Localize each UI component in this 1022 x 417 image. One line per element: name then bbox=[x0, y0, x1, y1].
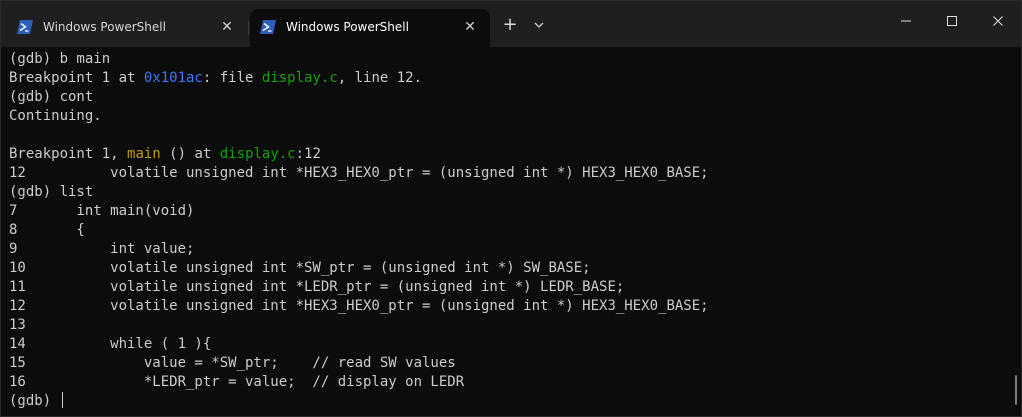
gdb-prompt: (gdb) bbox=[9, 393, 60, 409]
terminal-line: (gdb) b main bbox=[9, 51, 111, 67]
terminal-output[interactable]: (gdb) b main Breakpoint 1 at 0x101ac: fi… bbox=[1, 47, 1021, 416]
terminal-line: 11 volatile unsigned int *LEDR_ptr = (un… bbox=[9, 279, 625, 295]
line-text: , line 12. bbox=[337, 70, 423, 86]
line-text: () at bbox=[160, 146, 220, 162]
text-cursor bbox=[61, 392, 63, 408]
powershell-icon bbox=[260, 20, 276, 34]
terminal-line: 14 while ( 1 ){ bbox=[9, 336, 212, 352]
terminal-line: Breakpoint 1 at 0x101ac: file display.c,… bbox=[9, 69, 422, 88]
close-tab-icon[interactable]: ✕ bbox=[219, 19, 235, 35]
terminal-window: Windows PowerShell ✕ Windows PowerShell … bbox=[0, 0, 1022, 417]
terminal-line: 7 int main(void) bbox=[9, 203, 195, 219]
line-text: Breakpoint 1, bbox=[9, 146, 128, 162]
minimize-button[interactable] bbox=[883, 7, 929, 35]
close-window-button[interactable] bbox=[975, 7, 1021, 35]
title-bar: Windows PowerShell ✕ Windows PowerShell … bbox=[1, 1, 1021, 47]
close-tab-icon[interactable]: ✕ bbox=[462, 19, 478, 35]
terminal-line: 8 { bbox=[9, 222, 85, 238]
terminal-line: 12 volatile unsigned int *HEX3_HEX0_ptr … bbox=[9, 165, 709, 181]
close-icon bbox=[993, 16, 1003, 26]
terminal-line: Continuing. bbox=[9, 108, 102, 124]
maximize-icon bbox=[947, 16, 957, 26]
powershell-icon bbox=[17, 20, 33, 34]
terminal-line: 12 volatile unsigned int *HEX3_HEX0_ptr … bbox=[9, 298, 709, 314]
terminal-line: 16 *LEDR_ptr = value; // display on LEDR bbox=[9, 374, 465, 390]
terminal-line: 10 volatile unsigned int *SW_ptr = (unsi… bbox=[9, 260, 591, 276]
maximize-button[interactable] bbox=[929, 7, 975, 35]
prompt-line[interactable]: (gdb) bbox=[9, 392, 63, 411]
terminal-line: (gdb) cont bbox=[9, 89, 94, 105]
line-text: : file bbox=[202, 70, 262, 86]
tab-powershell-1[interactable]: Windows PowerShell ✕ bbox=[7, 9, 247, 47]
chevron-down-icon[interactable] bbox=[529, 15, 549, 35]
tab-powershell-2[interactable]: Windows PowerShell ✕ bbox=[250, 9, 490, 47]
line-text: :12 bbox=[295, 146, 321, 162]
tab-divider bbox=[248, 21, 249, 35]
tab-label: Windows PowerShell bbox=[43, 20, 166, 34]
breakpoint-address: 0x101ac bbox=[143, 70, 203, 86]
source-file-name: display.c bbox=[219, 146, 296, 162]
source-file-name: display.c bbox=[261, 70, 338, 86]
terminal-line: 15 value = *SW_ptr; // read SW values bbox=[9, 355, 456, 371]
terminal-line: 13 bbox=[9, 317, 26, 333]
terminal-line: Breakpoint 1, main () at display.c:12 bbox=[9, 145, 321, 164]
terminal-line: 9 int value; bbox=[9, 241, 195, 257]
tab-label: Windows PowerShell bbox=[286, 20, 409, 34]
minimize-icon bbox=[901, 20, 911, 22]
scrollbar[interactable] bbox=[1015, 375, 1017, 405]
line-text: Breakpoint 1 at bbox=[9, 70, 144, 86]
terminal-line: (gdb) list bbox=[9, 184, 94, 200]
plus-icon[interactable]: + bbox=[499, 15, 521, 35]
function-name: main bbox=[127, 146, 161, 162]
